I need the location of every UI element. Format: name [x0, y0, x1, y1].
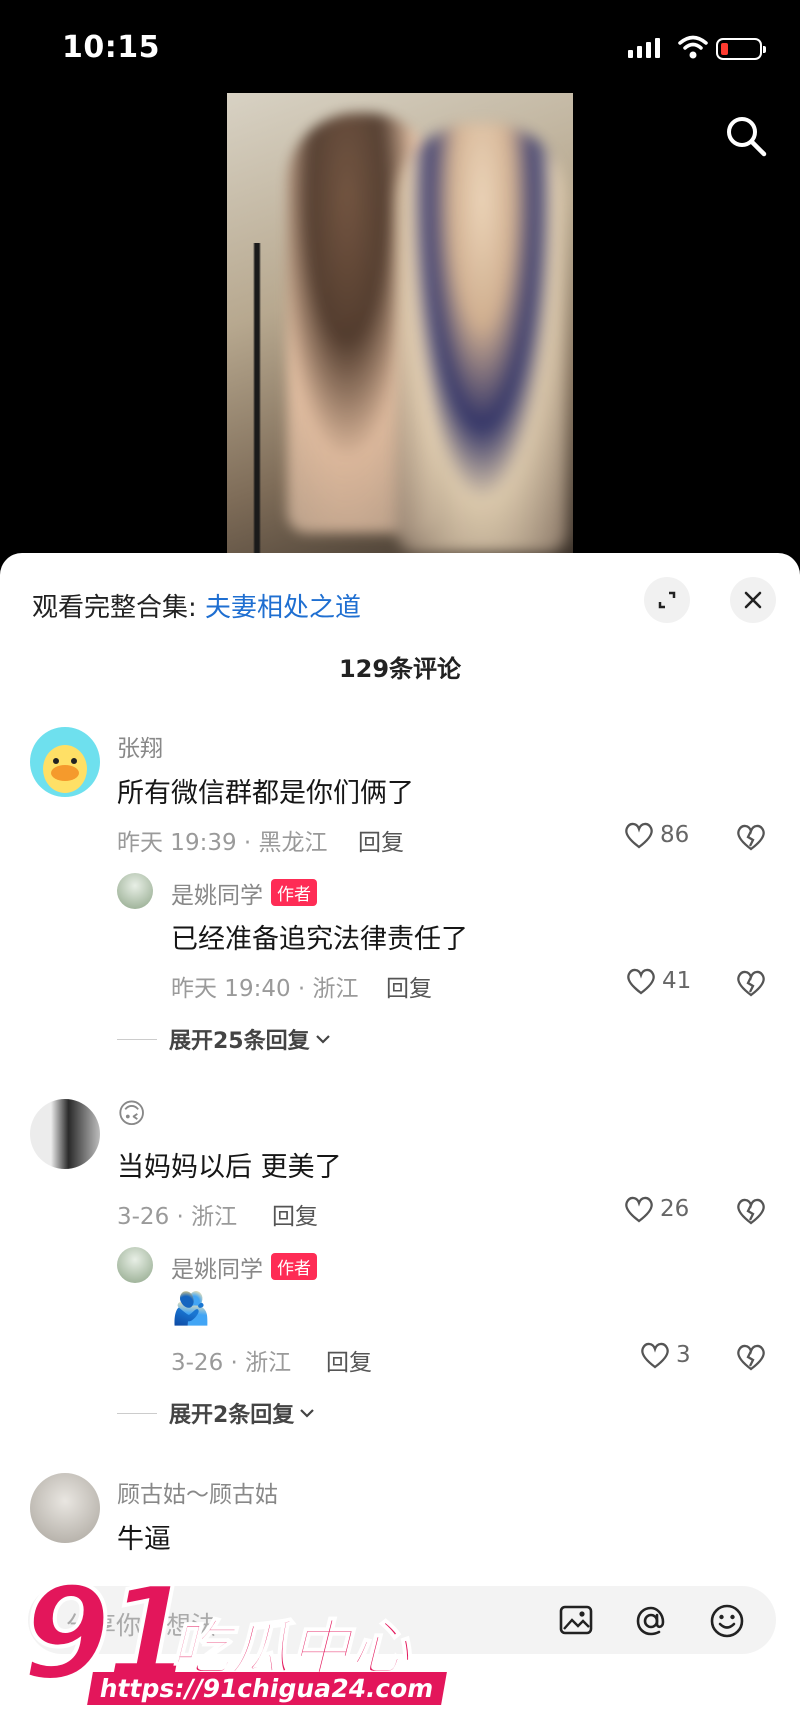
heart-icon [625, 822, 653, 849]
collection-link[interactable]: 夫妻相处之道 [205, 593, 361, 623]
reply-button[interactable]: 回复 [326, 1343, 372, 1377]
image-icon[interactable] [558, 1602, 594, 1638]
comment-input[interactable]: 分享你的想法 [28, 1586, 776, 1654]
comment-input-placeholder: 分享你的想法 [66, 1611, 217, 1640]
expand-replies[interactable]: 展开25条回复 [117, 1023, 332, 1055]
heart-icon [627, 968, 655, 995]
like-button[interactable]: 41 [626, 967, 691, 995]
like-button[interactable]: 86 [624, 821, 689, 849]
reply-button[interactable]: 回复 [386, 969, 432, 1003]
author-tag: 作者 [271, 879, 317, 906]
dislike-icon[interactable] [736, 1197, 766, 1225]
comment-text: 当妈妈以后 更美了 [117, 1152, 342, 1183]
like-button[interactable]: 3 [640, 1341, 691, 1369]
heart-icon [625, 1196, 653, 1223]
reply-meta: 昨天 19:40 · 浙江 [171, 976, 359, 1002]
like-button[interactable]: 26 [624, 1195, 689, 1223]
mention-icon[interactable] [632, 1602, 670, 1640]
status-bar: 10:15 [0, 0, 800, 100]
search-icon[interactable] [722, 112, 770, 160]
dislike-icon[interactable] [736, 823, 766, 851]
avatar[interactable] [30, 727, 100, 797]
expand-button[interactable] [644, 577, 690, 623]
reply-meta: 3-26 · 浙江 [171, 1350, 292, 1376]
like-count: 41 [662, 968, 692, 994]
dislike-icon[interactable] [736, 969, 766, 997]
heart-icon [641, 1342, 669, 1369]
close-button[interactable] [730, 577, 776, 623]
comment-text: 牛逼 [117, 1524, 171, 1555]
video-tripod [237, 243, 277, 553]
close-icon [744, 591, 762, 609]
battery-icon [716, 38, 766, 60]
expand-replies-label: 展开2条回复 [169, 1403, 295, 1428]
comment-meta: 3-26 · 浙江 [117, 1204, 238, 1230]
reply-username[interactable]: 是姚同学 作者 [171, 876, 317, 910]
reply-text: 🫂 [171, 1289, 211, 1327]
comment-username[interactable]: 张翔 [117, 729, 163, 763]
expand-icon [658, 591, 676, 609]
duck-avatar-icon [43, 745, 87, 793]
reply-username[interactable]: 是姚同学 作者 [171, 1250, 317, 1284]
comment-input-bar: 分享你的想法 [0, 1572, 800, 1732]
reply-button[interactable]: 回复 [358, 823, 404, 857]
reply-avatar[interactable] [117, 1247, 153, 1283]
collection-prefix: 观看完整合集: [32, 593, 197, 623]
reply-button[interactable]: 回复 [272, 1197, 318, 1231]
expand-replies-label: 展开25条回复 [169, 1029, 310, 1054]
reply-username-text: 是姚同学 [171, 883, 263, 909]
comment-meta: 昨天 19:39 · 黑龙江 [117, 830, 328, 856]
collection-row[interactable]: 观看完整合集: 夫妻相处之道 [32, 587, 361, 624]
comment-username[interactable]: 🙃 [117, 1097, 146, 1130]
status-time: 10:15 [62, 30, 160, 65]
avatar[interactable] [30, 1099, 100, 1169]
chevron-down-icon [315, 1035, 330, 1044]
emoji-icon[interactable] [708, 1602, 746, 1640]
reply-text: 已经准备追究法律责任了 [171, 924, 468, 955]
dislike-icon[interactable] [736, 1343, 766, 1371]
video-person-right [397, 123, 567, 553]
signal-icon [628, 38, 660, 58]
like-count: 3 [676, 1342, 691, 1368]
reply-avatar[interactable] [117, 873, 153, 909]
author-tag: 作者 [271, 1253, 317, 1280]
wifi-icon [678, 35, 708, 59]
expand-replies[interactable]: 展开2条回复 [117, 1397, 316, 1429]
reply-username-text: 是姚同学 [171, 1257, 263, 1283]
avatar[interactable] [30, 1473, 100, 1543]
comment-count: 129条评论 [338, 655, 462, 683]
comment-text: 所有微信群都是你们俩了 [117, 778, 414, 809]
chevron-down-icon [300, 1409, 315, 1418]
like-count: 86 [660, 822, 690, 848]
comment-username[interactable]: 顾古姑～顾古姑 [117, 1475, 278, 1509]
like-count: 26 [660, 1196, 690, 1222]
video-player[interactable] [227, 93, 573, 553]
comment-sheet: 观看完整合集: 夫妻相处之道 129条评论 张翔 所有微信群都是你们俩了 昨天 … [0, 553, 800, 1732]
